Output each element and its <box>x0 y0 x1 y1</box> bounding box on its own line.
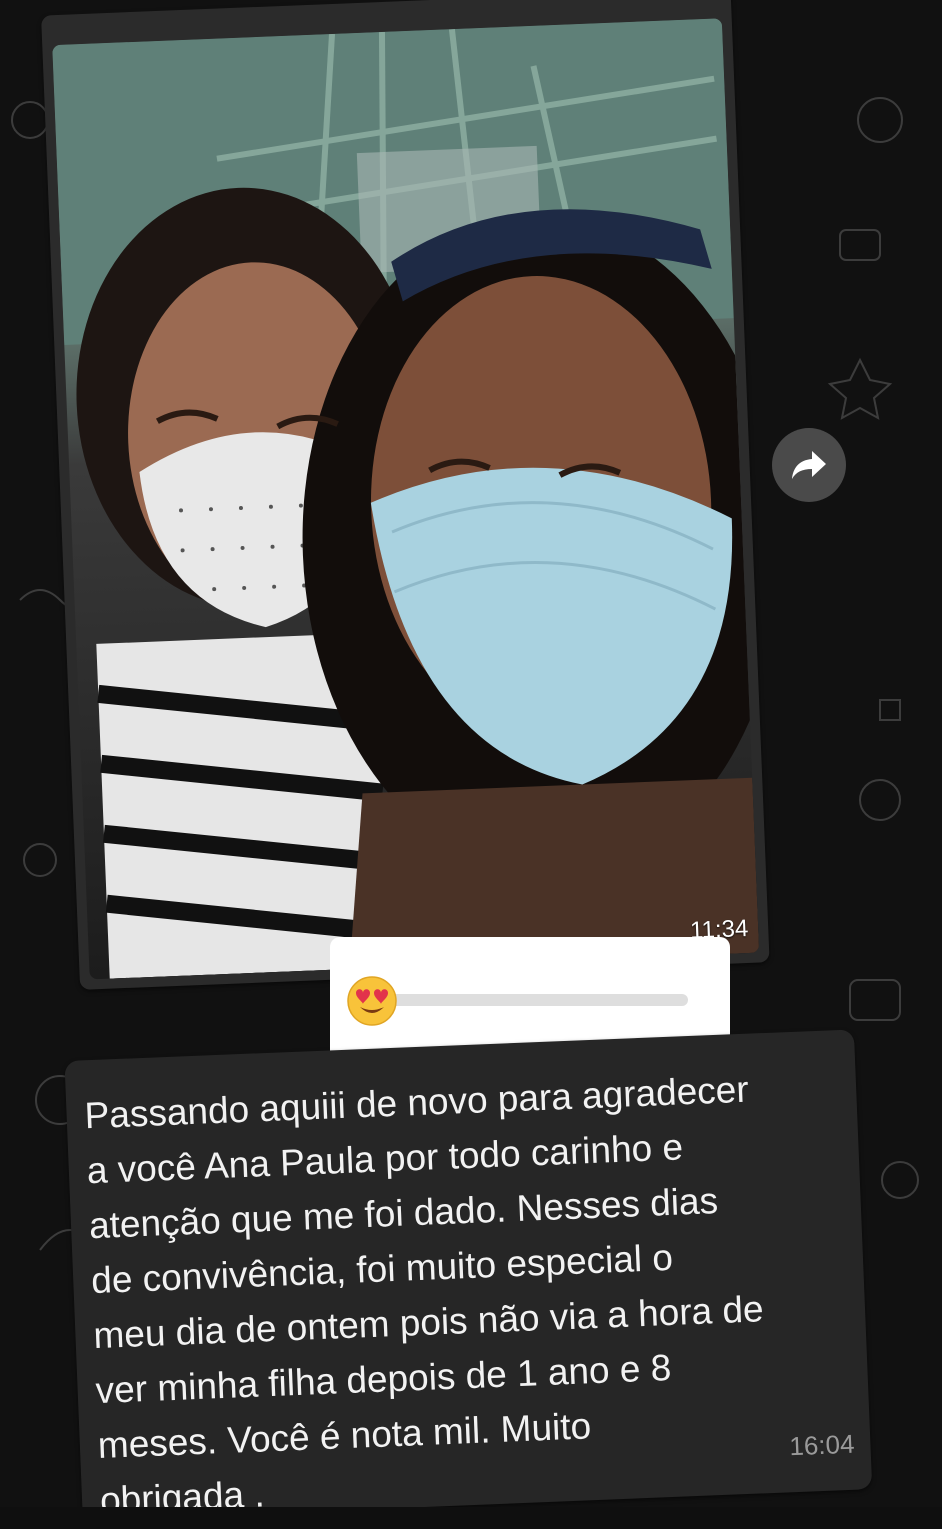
heart-eyes-emoji-icon[interactable] <box>346 975 398 1027</box>
reaction-slider-track[interactable] <box>370 994 688 1006</box>
selfie-photo[interactable]: 11:34 <box>52 18 760 980</box>
image-message-bubble[interactable]: 11:34 <box>41 0 770 990</box>
forward-button[interactable] <box>772 428 846 502</box>
text-message-bubble[interactable]: Passando aquiii de novo para agradecer a… <box>64 1029 873 1521</box>
photo-icon <box>52 18 760 979</box>
forward-arrow-icon <box>792 451 826 479</box>
message-timestamp: 16:04 <box>788 1428 856 1462</box>
message-text: Passando aquiii de novo para agradecer a… <box>83 1068 765 1521</box>
bottom-edge <box>0 1507 942 1527</box>
